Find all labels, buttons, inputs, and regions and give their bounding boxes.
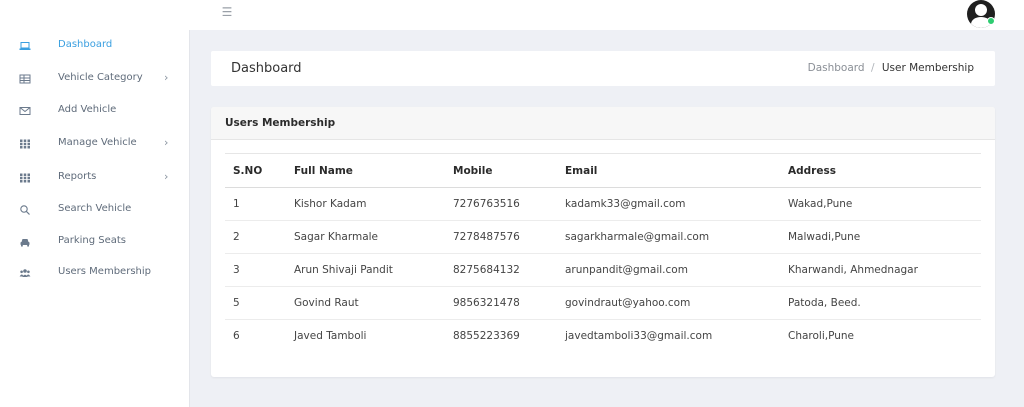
table-row: 2 Sagar Kharmale 7278487576 sagarkharmal… (225, 220, 981, 254)
cell-address: Malwadi,Pune (780, 220, 981, 254)
cell-email: govindraut@yahoo.com (557, 286, 780, 320)
cell-full-name: Kishor Kadam (286, 187, 445, 221)
grid-icon (19, 172, 31, 184)
cell-mobile: 7278487576 (445, 220, 557, 254)
table-row: 1 Kishor Kadam 7276763516 kadamk33@gmail… (225, 187, 981, 221)
table-icon (19, 73, 31, 85)
column-header-sno: S.NO (225, 153, 286, 188)
cell-mobile: 9856321478 (445, 286, 557, 320)
sidebar-item-label: Parking Seats (58, 235, 127, 246)
breadcrumb-current: User Membership (881, 62, 974, 74)
page-title: Dashboard (231, 61, 302, 76)
top-navbar: ☰ (0, 0, 1024, 30)
sidebar-item-reports[interactable]: Reports › (0, 163, 190, 193)
cell-address: Patoda, Beed. (780, 286, 981, 320)
cell-email: kadamk33@gmail.com (557, 187, 780, 221)
page-header: Dashboard Dashboard / User Membership (211, 51, 995, 86)
chevron-right-icon: › (164, 136, 169, 149)
cell-full-name: Sagar Kharmale (286, 220, 445, 254)
users-membership-card: Users Membership S.NO Full Name Mobile E… (211, 107, 995, 377)
cell-sno: 6 (233, 330, 240, 343)
sidebar-item-label: Dashboard (58, 39, 113, 50)
search-icon (19, 204, 31, 216)
column-header-full-name: Full Name (286, 153, 445, 188)
card-title: Users Membership (225, 117, 336, 129)
sidebar-item-add-vehicle[interactable]: Add Vehicle (0, 96, 190, 126)
laptop-icon (19, 40, 31, 52)
cell-email: sagarkharmale@gmail.com (557, 220, 780, 254)
breadcrumb-home-link[interactable]: Dashboard (808, 62, 865, 74)
cell-mobile: 8855223369 (453, 330, 520, 343)
cell-sno: 3 (225, 253, 286, 287)
table-row: 6 Javed Tamboli 8855223369 javedtamboli3… (225, 320, 981, 353)
sidebar-item-label: Users Membership (58, 266, 151, 277)
car-icon (19, 236, 31, 248)
sidebar-item-label: Vehicle Category (58, 72, 143, 83)
sidebar-item-dashboard[interactable]: Dashboard (0, 31, 190, 61)
cell-mobile: 7276763516 (445, 187, 557, 221)
cell-full-name: Govind Raut (286, 286, 445, 320)
cell-full-name: Arun Shivaji Pandit (286, 253, 445, 287)
sidebar-item-label: Manage Vehicle (58, 137, 137, 148)
table-row: 3 Arun Shivaji Pandit 8275684132 arunpan… (225, 253, 981, 287)
cell-address: Kharwandi, Ahmednagar (780, 253, 981, 287)
column-header-address: Address (780, 153, 981, 188)
hamburger-icon[interactable]: ☰ (219, 4, 235, 20)
grid-icon (19, 138, 31, 150)
chevron-right-icon: › (164, 71, 169, 84)
cell-sno: 5 (225, 286, 286, 320)
cell-mobile: 8275684132 (445, 253, 557, 287)
sidebar-item-vehicle-category[interactable]: Vehicle Category › (0, 64, 190, 94)
table-header-row: S.NO Full Name Mobile Email Address (225, 153, 981, 188)
table-row: 5 Govind Raut 9856321478 govindraut@yaho… (225, 286, 981, 320)
cell-email: arunpandit@gmail.com (557, 253, 780, 287)
card-header: Users Membership (211, 107, 995, 140)
sidebar-item-label: Add Vehicle (58, 104, 117, 115)
sidebar-item-search-vehicle[interactable]: Search Vehicle (0, 195, 190, 225)
sidebar: Dashboard Vehicle Category › Add Vehicle… (0, 30, 190, 407)
column-header-mobile: Mobile (445, 153, 557, 188)
cell-address: Charoli,Pune (788, 330, 855, 343)
cell-address: Wakad,Pune (780, 187, 981, 221)
cell-sno: 1 (225, 187, 286, 221)
breadcrumb: Dashboard / User Membership (808, 62, 974, 74)
cell-full-name: Javed Tamboli (294, 330, 367, 343)
sidebar-item-label: Search Vehicle (58, 203, 132, 214)
cell-sno: 2 (225, 220, 286, 254)
sidebar-item-parking-seats[interactable]: Parking Seats (0, 227, 190, 257)
cell-email: javedtamboli33@gmail.com (565, 330, 713, 343)
column-header-email: Email (557, 153, 780, 188)
sidebar-item-users-membership[interactable]: Users Membership (0, 258, 190, 288)
users-table: S.NO Full Name Mobile Email Address 1 Ki… (225, 153, 981, 353)
envelope-icon (19, 105, 31, 117)
breadcrumb-separator: / (870, 62, 875, 74)
sidebar-item-manage-vehicle[interactable]: Manage Vehicle › (0, 129, 190, 159)
chevron-right-icon: › (164, 170, 169, 183)
sidebar-item-label: Reports (58, 171, 97, 182)
users-icon (19, 267, 31, 279)
online-status-indicator (987, 17, 995, 25)
